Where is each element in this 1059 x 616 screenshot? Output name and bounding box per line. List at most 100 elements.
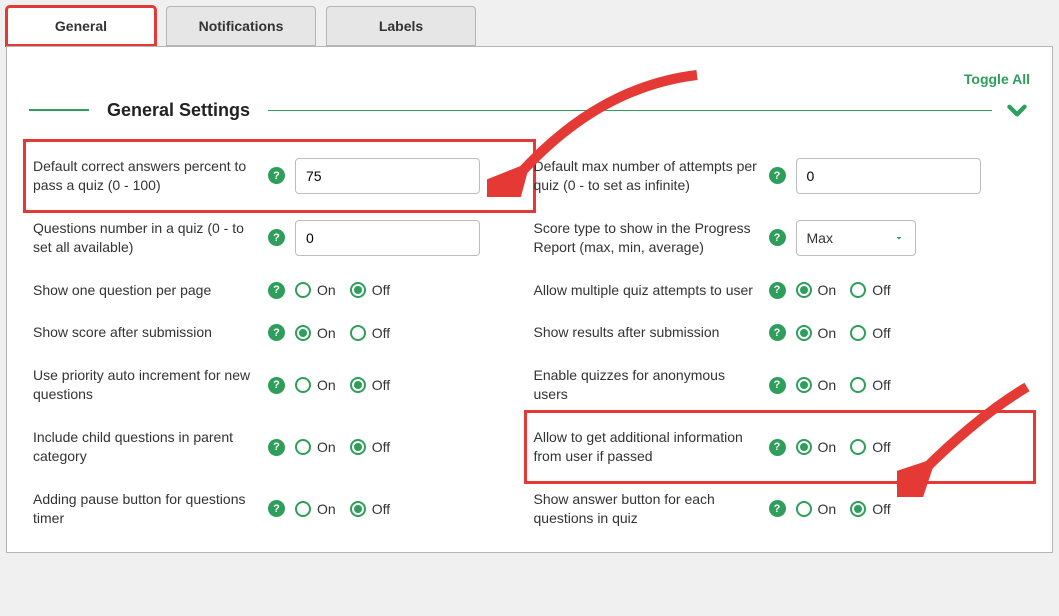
radio-text: On [317,501,336,517]
setting-max-attempts: Default max number of attempts per quiz … [530,145,1031,207]
help-icon[interactable]: ? [268,377,285,394]
select-score-type-value: Max [807,230,833,246]
help-icon[interactable]: ? [769,324,786,341]
radio-on[interactable]: On [796,501,837,517]
help-icon[interactable]: ? [769,377,786,394]
help-icon[interactable]: ? [769,229,786,246]
radio-circle-icon [796,325,812,341]
radio-text: On [317,377,336,393]
radio-text: Off [872,325,890,341]
chevron-down-icon[interactable] [1004,97,1030,123]
radio-text: Off [872,282,890,298]
setting-show-answer-btn: Show answer button for each questions in… [530,478,1031,540]
radio-on[interactable]: On [295,325,336,341]
radio-off[interactable]: Off [350,501,390,517]
input-pass-percent[interactable] [295,158,480,194]
radio-on[interactable]: On [796,377,837,393]
radio-text: On [317,282,336,298]
radio-off[interactable]: Off [850,501,890,517]
radio-circle-icon [850,439,866,455]
setting-show-score: Show score after submission ? OnOff [29,311,530,354]
select-score-type[interactable]: Max [796,220,916,256]
radio-off[interactable]: Off [850,439,890,455]
setting-score-type: Score type to show in the Progress Repor… [530,207,1031,269]
input-max-attempts[interactable] [796,158,981,194]
label-pause-button: Adding pause button for questions timer [33,490,258,528]
setting-include-child: Include child questions in parent catego… [29,416,530,478]
help-icon[interactable]: ? [769,500,786,517]
setting-pause-button: Adding pause button for questions timer … [29,478,530,540]
radio-circle-icon [850,325,866,341]
help-icon[interactable]: ? [268,167,285,184]
radio-on[interactable]: On [295,282,336,298]
radio-circle-icon [350,282,366,298]
radio-circle-icon [350,439,366,455]
radio-circle-icon [295,439,311,455]
settings-panel: Toggle All General Settings Default corr… [6,46,1053,553]
radio-text: Off [372,325,390,341]
label-one-per-page: Show one question per page [33,281,258,300]
radio-text: On [818,325,837,341]
radio-text: Off [372,377,390,393]
radio-on[interactable]: On [295,501,336,517]
radio-on[interactable]: On [796,439,837,455]
radio-text: Off [872,377,890,393]
radio-circle-icon [295,325,311,341]
radio-text: On [818,377,837,393]
radio-circle-icon [850,282,866,298]
section-title: General Settings [89,100,268,121]
radio-circle-icon [796,439,812,455]
radio-off[interactable]: Off [350,377,390,393]
radio-circle-icon [295,501,311,517]
radio-text: On [317,439,336,455]
help-icon[interactable]: ? [268,282,285,299]
input-questions-num[interactable] [295,220,480,256]
setting-additional-info: Allow to get additional information from… [530,416,1031,478]
tab-notifications[interactable]: Notifications [166,6,316,46]
radio-off[interactable]: Off [350,439,390,455]
settings-grid: Default correct answers percent to pass … [29,145,1030,540]
label-anon-users: Enable quizzes for anonymous users [534,366,759,404]
label-additional-info: Allow to get additional information from… [534,428,759,466]
help-icon[interactable]: ? [769,167,786,184]
radio-text: Off [372,439,390,455]
radio-circle-icon [796,501,812,517]
label-allow-multi: Allow multiple quiz attempts to user [534,281,759,300]
radio-on[interactable]: On [796,325,837,341]
radio-text: On [818,439,837,455]
help-icon[interactable]: ? [769,439,786,456]
label-pass-percent: Default correct answers percent to pass … [33,157,258,195]
radio-text: Off [372,282,390,298]
setting-questions-num: Questions number in a quiz (0 - to set a… [29,207,530,269]
radio-circle-icon [350,377,366,393]
radio-off[interactable]: Off [850,282,890,298]
label-show-results: Show results after submission [534,323,759,342]
radio-circle-icon [350,325,366,341]
setting-allow-multi: Allow multiple quiz attempts to user ? O… [530,269,1031,312]
toggle-all-link[interactable]: Toggle All [964,71,1030,87]
label-score-type: Score type to show in the Progress Repor… [534,219,759,257]
radio-off[interactable]: Off [850,377,890,393]
help-icon[interactable]: ? [268,324,285,341]
label-show-answer-btn: Show answer button for each questions in… [534,490,759,528]
radio-off[interactable]: Off [350,282,390,298]
setting-anon-users: Enable quizzes for anonymous users ? On O… [530,354,1031,416]
help-icon[interactable]: ? [268,229,285,246]
label-include-child: Include child questions in parent catego… [33,428,258,466]
help-icon[interactable]: ? [268,439,285,456]
tab-general[interactable]: General [6,6,156,46]
radio-text: On [818,282,837,298]
help-icon[interactable]: ? [769,282,786,299]
help-icon[interactable]: ? [268,500,285,517]
radio-text: Off [872,439,890,455]
radio-text: On [317,325,336,341]
radio-on[interactable]: On [295,377,336,393]
tabs-bar: General Notifications Labels [0,0,1059,46]
radio-text: Off [372,501,390,517]
radio-on[interactable]: On [295,439,336,455]
radio-circle-icon [295,377,311,393]
radio-on[interactable]: On [796,282,837,298]
tab-labels[interactable]: Labels [326,6,476,46]
radio-off[interactable]: Off [850,325,890,341]
radio-off[interactable]: Off [350,325,390,341]
